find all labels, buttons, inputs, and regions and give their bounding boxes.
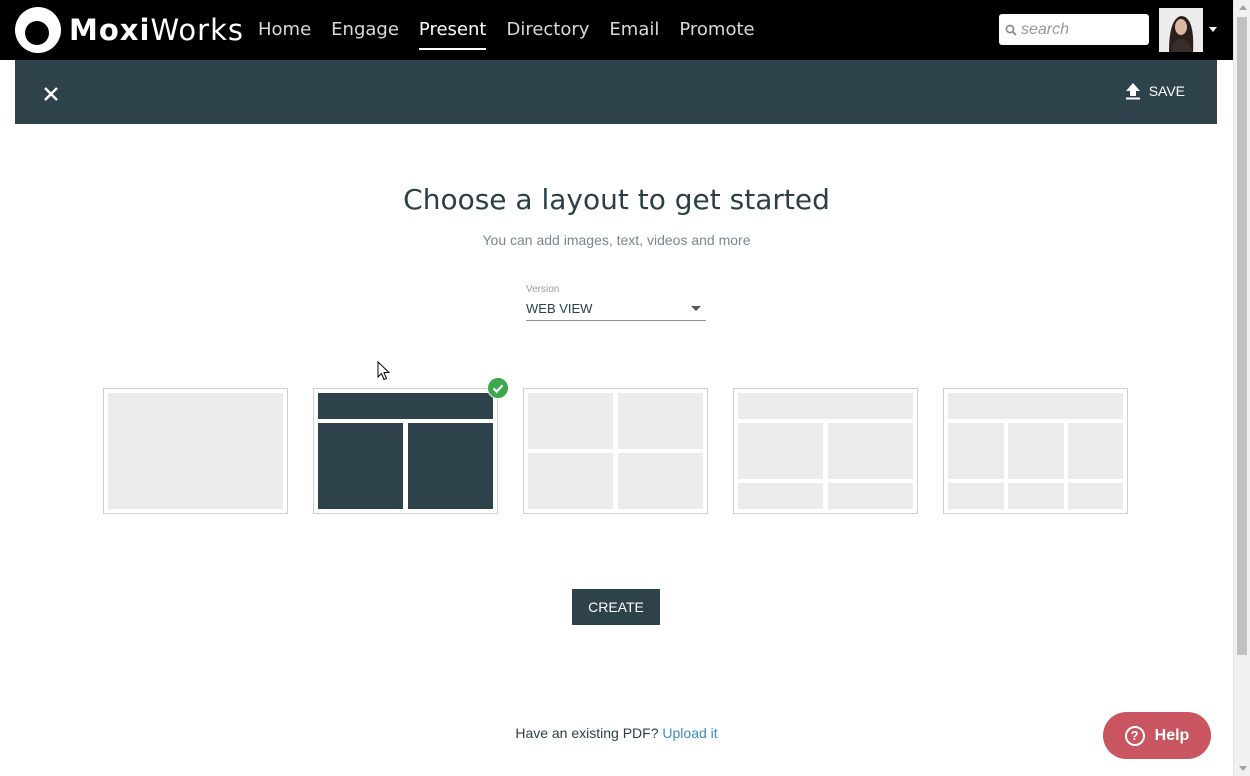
layout-block — [1008, 423, 1064, 479]
upload-pdf-link[interactable]: Upload it — [662, 725, 717, 741]
layout-block — [108, 393, 283, 509]
save-button[interactable]: SAVE — [1125, 82, 1185, 100]
avatar[interactable] — [1159, 8, 1203, 52]
pdf-prompt-text: Have an existing PDF? — [515, 725, 659, 741]
mouse-pointer-icon — [377, 361, 391, 381]
nav-item-present[interactable]: Present — [409, 0, 497, 60]
layout-option-four-grid[interactable] — [523, 388, 708, 514]
layout-block — [618, 453, 703, 509]
help-button[interactable]: ? Help — [1103, 712, 1211, 759]
layout-block — [618, 393, 703, 449]
layout-block — [828, 483, 913, 509]
layout-block — [948, 393, 1123, 419]
save-label: SAVE — [1148, 83, 1185, 99]
layout-block — [408, 423, 493, 509]
layout-block — [738, 393, 913, 419]
layout-block — [738, 483, 823, 509]
nav-item-home[interactable]: Home — [248, 0, 321, 60]
logo-text-light: Works — [150, 13, 244, 47]
layout-block — [1068, 483, 1123, 509]
close-icon[interactable] — [39, 82, 63, 106]
question-icon: ? — [1124, 725, 1145, 746]
moxiworks-logo[interactable]: MoxiWorks — [15, 7, 244, 53]
layout-block — [1068, 423, 1123, 479]
logo-mark-icon — [15, 7, 61, 53]
page-scrollbar[interactable] — [1233, 0, 1250, 776]
scroll-up-arrow-icon[interactable] — [1239, 5, 1247, 10]
upload-pdf-prompt: Have an existing PDF? Upload it — [0, 725, 1233, 741]
layout-block — [1008, 483, 1064, 509]
version-label: Version — [526, 284, 560, 295]
layout-block — [738, 423, 823, 479]
top-navbar: MoxiWorks Home Engage Present Directory … — [0, 0, 1233, 60]
layout-block — [948, 423, 1004, 479]
selected-checkmark-icon — [487, 377, 509, 399]
nav-item-engage[interactable]: Engage — [321, 0, 409, 60]
layout-option-single[interactable] — [103, 388, 288, 514]
logo-text-bold: Moxi — [69, 13, 151, 47]
help-label: Help — [1154, 726, 1190, 744]
layout-block — [948, 483, 1004, 509]
layout-option-header-two-col-footer[interactable] — [733, 388, 918, 514]
layout-block — [528, 393, 613, 449]
version-value: WEB VIEW — [526, 301, 593, 316]
nav-item-promote[interactable]: Promote — [669, 0, 764, 60]
scroll-thumb[interactable] — [1237, 17, 1247, 655]
version-select[interactable]: Version WEB VIEW — [526, 284, 706, 321]
layout-block — [828, 423, 913, 479]
user-menu-caret-icon[interactable] — [1209, 27, 1217, 32]
avatar-photo — [1159, 8, 1203, 52]
nav-item-directory[interactable]: Directory — [496, 0, 599, 60]
nav-item-email[interactable]: Email — [599, 0, 669, 60]
layout-block — [318, 393, 493, 419]
layout-option-header-three-col-footer[interactable] — [943, 388, 1128, 514]
layout-block — [318, 423, 403, 509]
main-nav: Home Engage Present Directory Email Prom… — [248, 0, 765, 60]
page-title: Choose a layout to get started — [403, 183, 830, 216]
page-subtitle: You can add images, text, videos and mor… — [482, 232, 751, 248]
layout-block — [528, 453, 613, 509]
search-box — [999, 14, 1149, 45]
editor-toolbar: SAVE — [15, 60, 1217, 124]
scroll-down-arrow-icon[interactable] — [1239, 766, 1247, 771]
search-icon — [1005, 24, 1017, 36]
chevron-down-icon — [691, 306, 701, 311]
search-input[interactable] — [1021, 20, 1146, 39]
layout-option-header-two-columns[interactable] — [313, 388, 498, 514]
create-button[interactable]: CREATE — [572, 589, 660, 625]
upload-icon — [1125, 83, 1140, 100]
